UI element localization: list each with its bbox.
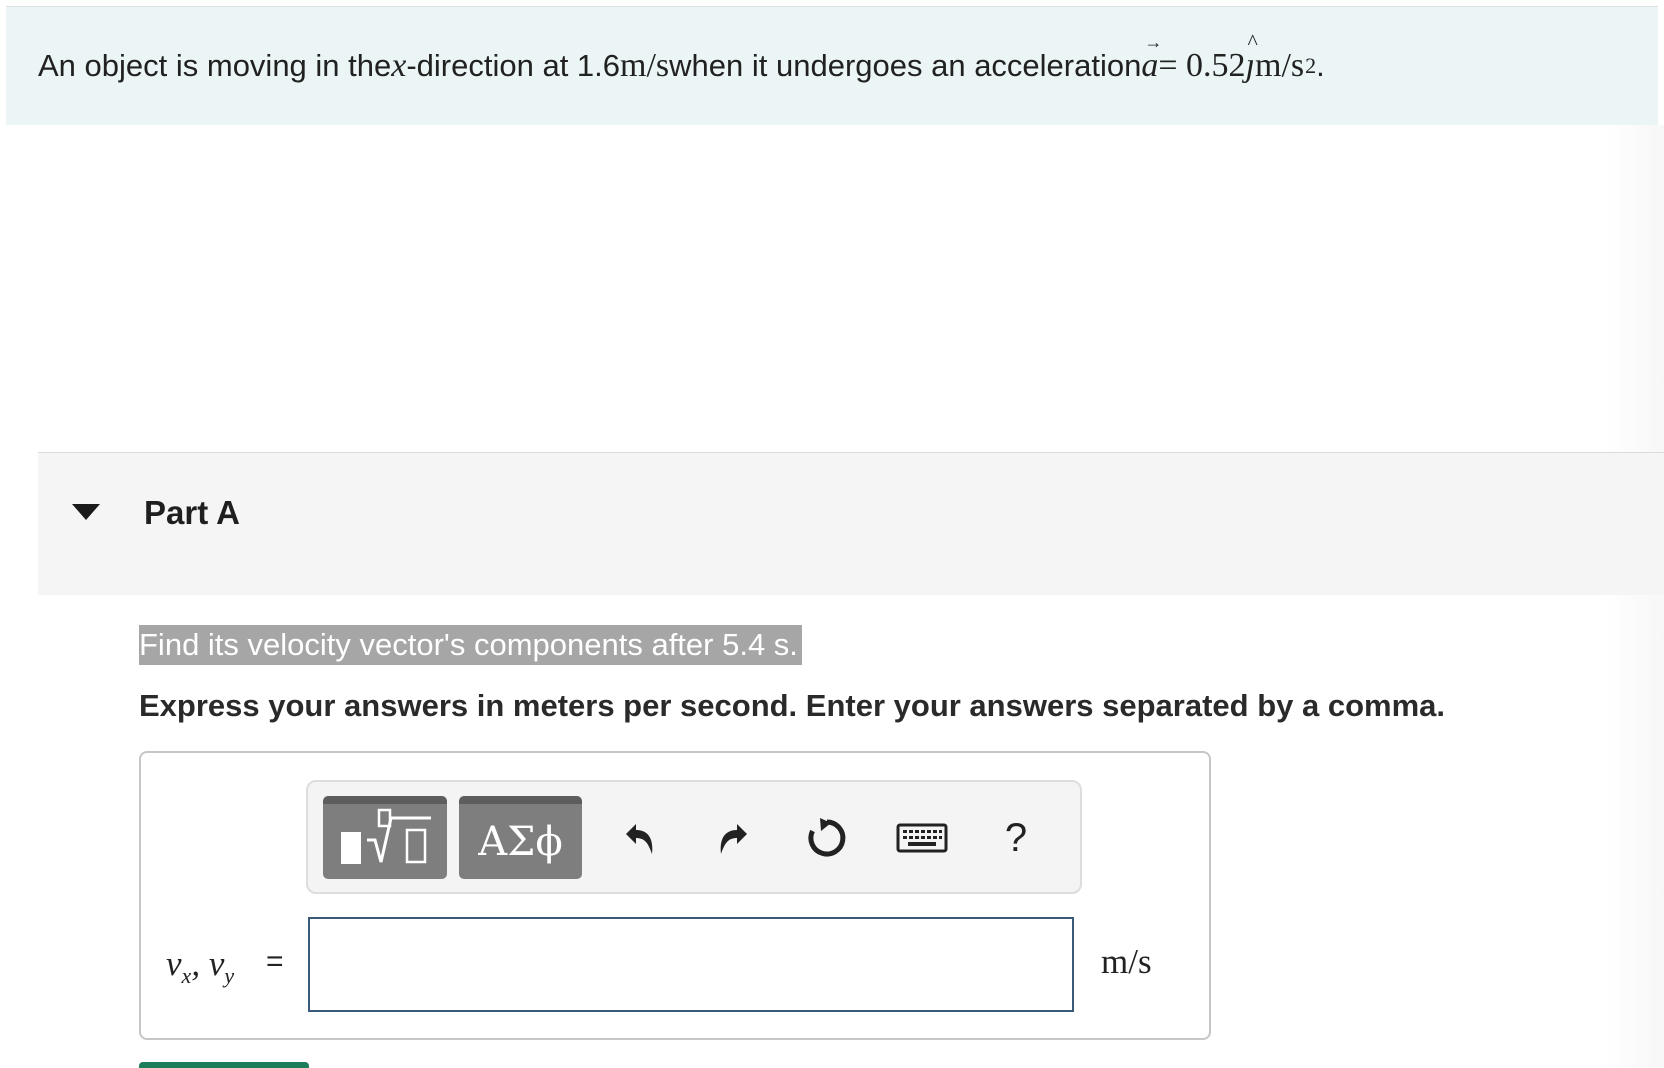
problem-introduction: An object is moving in the x -direction a… [6,7,1658,125]
greek-symbols-button[interactable]: ΑΣϕ [459,796,582,879]
j-unit-vector: ȷ ^ [1245,29,1258,84]
acceleration-unit: m/s [1255,47,1305,84]
acceleration-value: = 0.52 [1158,47,1246,84]
intro-text-3: when it undergoes an acceleration [669,48,1142,83]
part-title: Part A [144,494,240,531]
intro-text-1: An object is moving in the [38,48,392,83]
intro-period: . [1316,48,1325,83]
submit-button[interactable] [139,1062,309,1068]
answer-unit: m/s [1101,942,1152,981]
answer-instructions: Express your answers in meters per secon… [139,688,1445,723]
redo-icon[interactable] [709,812,761,864]
answer-input[interactable] [308,917,1074,1012]
part-a-header[interactable] [38,452,1664,595]
right-edge-shadow [1604,125,1664,1068]
vector-arrow-icon: → [1144,32,1163,52]
undo-icon[interactable] [612,812,664,864]
keyboard-icon[interactable] [894,812,950,864]
templates-icon [335,808,435,875]
acceleration-exponent: 2 [1305,53,1317,78]
speed-unit: m/s [620,47,670,84]
reset-icon[interactable] [801,812,853,864]
templates-button[interactable] [323,796,447,879]
help-button[interactable]: ? [990,812,1042,864]
answer-equals: = [266,945,284,978]
intro-text-2: -direction at 1.6 [406,48,621,83]
question-text: Find its velocity vector's components af… [139,625,802,665]
answer-label: vx, vy [166,944,235,988]
acceleration-vector-symbol: a → [1141,32,1163,84]
x-variable: x [391,47,407,84]
collapse-triangle-icon[interactable] [72,504,100,520]
hat-icon: ^ [1247,29,1258,54]
